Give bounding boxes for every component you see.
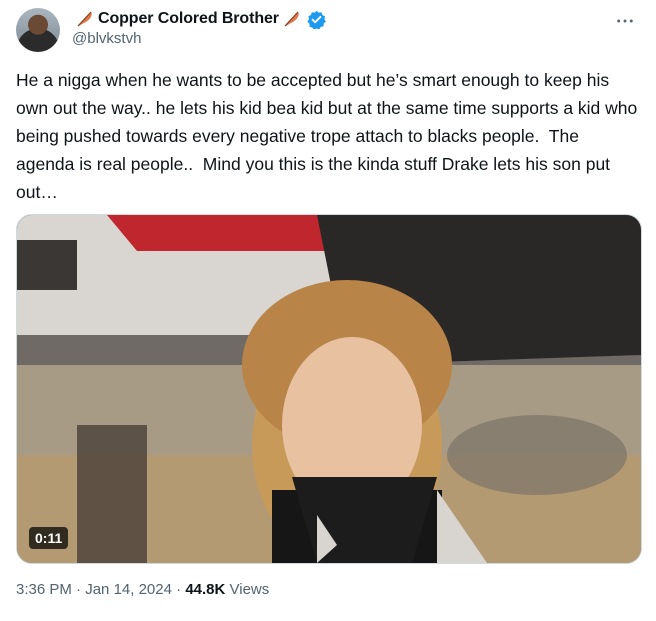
meta-separator: · [76,581,82,598]
tweet-time[interactable]: 3:36 PM [16,581,72,598]
verified-badge-icon [307,10,326,30]
video-duration: 0:11 [29,527,69,549]
video-player[interactable]: 0:11 [16,214,642,564]
video-thumbnail [17,215,641,563]
tweet-text: He a nigga when he wants to be accepted … [16,70,643,202]
tweet-meta: 3:36 PM · Jan 14, 2024 · 44.8K Views [16,581,269,598]
feather-emoji-icon [75,9,95,29]
more-icon[interactable] [616,8,634,29]
views-label: Views [229,581,270,598]
author-name-row[interactable]: Copper Colored Brother [72,8,326,30]
author-handle[interactable]: @blvkstvh [72,30,141,47]
views-count: 44.8K [185,581,226,598]
avatar[interactable] [16,8,60,52]
author-name[interactable]: Copper Colored Brother [98,10,279,28]
feather-emoji-icon [282,9,302,29]
meta-separator: · [176,581,182,598]
tweet-date[interactable]: Jan 14, 2024 [85,581,172,598]
